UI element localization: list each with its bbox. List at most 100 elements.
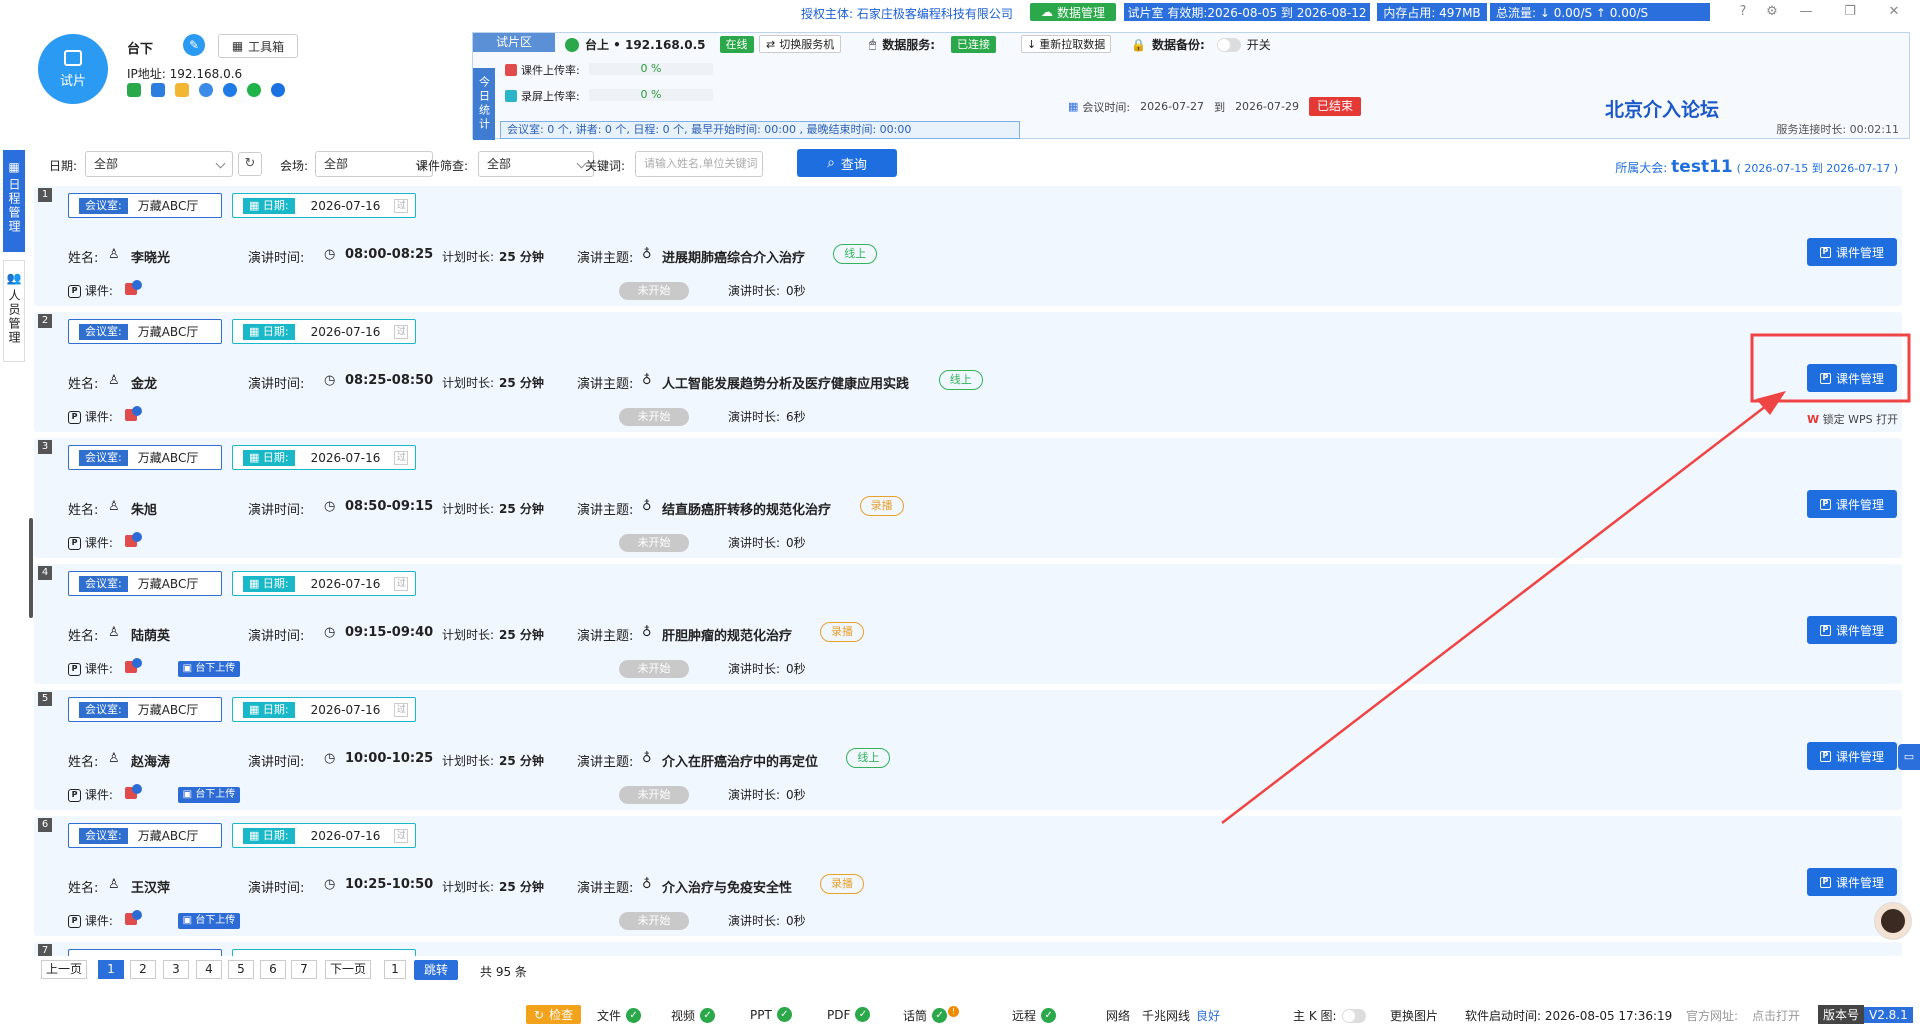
ppt-icon: P — [1819, 246, 1831, 258]
page-button[interactable]: 7 — [291, 960, 317, 979]
edit-icon[interactable]: ✎ — [183, 34, 205, 56]
jump-button[interactable]: 跳转 — [414, 960, 458, 980]
minimize-icon[interactable]: — — [1798, 4, 1814, 20]
ppt-icon: P — [68, 915, 81, 928]
row-index: 3 — [38, 440, 52, 454]
ppt-icon: P — [68, 411, 81, 424]
room-tag: 会议室: 万藏ABC厅 — [68, 571, 222, 596]
course-filter-select[interactable]: 全部 — [478, 151, 594, 177]
network-icon[interactable] — [199, 83, 213, 97]
status-remote: 远程 ✓ — [1012, 1007, 1057, 1024]
page-button[interactable]: 2 — [130, 960, 156, 979]
wechat-icon[interactable] — [247, 83, 261, 97]
screen-icon[interactable] — [151, 83, 165, 97]
tab-people[interactable]: 👥 人员管理 — [3, 260, 25, 362]
date-select[interactable]: 全部 — [85, 151, 233, 177]
refresh-icon[interactable]: ↻ — [238, 152, 262, 176]
wps-open-option[interactable]: W 锁定 WPS 打开 — [1807, 411, 1898, 427]
help-icon[interactable]: ? — [1735, 4, 1751, 20]
ppt-icon: P — [1819, 750, 1831, 762]
main-k-toggle[interactable]: 主 K 图: — [1293, 1007, 1366, 1024]
courseware-file-icon[interactable] — [125, 658, 143, 674]
scroll-indicator[interactable] — [29, 518, 33, 618]
row-index: 6 — [38, 818, 52, 832]
gear-icon[interactable]: ⚙ — [1764, 4, 1780, 20]
globe-icon[interactable] — [223, 83, 237, 97]
bulb-icon: ♁ — [642, 751, 652, 766]
change-picture-button[interactable]: 更换图片 — [1390, 1007, 1438, 1024]
page-button[interactable]: 1 — [98, 960, 124, 979]
page-input[interactable]: 1 — [384, 960, 406, 979]
float-chat-icon[interactable]: ▭ — [1898, 744, 1920, 770]
data-management-button[interactable]: ☁ 数据管理 — [1030, 3, 1116, 21]
courseware-file-icon[interactable] — [125, 910, 143, 926]
check-button[interactable]: ↻ 检查 — [526, 1005, 582, 1024]
check-icon: ✓ — [626, 1008, 642, 1023]
assistant-avatar[interactable] — [1874, 902, 1912, 940]
courseware-file-icon[interactable] — [125, 406, 143, 422]
page-button[interactable]: 3 — [163, 960, 189, 979]
talk-duration: 6秒 — [786, 410, 806, 424]
cloud-icon: ☁ — [1040, 5, 1053, 19]
courseware-manage-button[interactable]: P 课件管理 — [1807, 616, 1897, 644]
next-page-button[interactable]: 下一页 — [325, 960, 371, 979]
license-text: 授权主体: 石家庄极客编程科技有限公司 — [801, 7, 1013, 21]
status-badge: 未开始 — [619, 408, 689, 426]
clock-icon: ◷ — [324, 877, 336, 892]
keyword-input[interactable]: 请输入姓名,单位关键词 — [635, 151, 763, 177]
plan-duration: 25 分钟 — [499, 376, 544, 390]
tab-schedule[interactable]: ▦ 日程管理 — [3, 150, 25, 252]
search-icon[interactable] — [271, 83, 285, 97]
user-icon: ♙ — [108, 499, 120, 514]
check-icon: ✓ — [1041, 1008, 1057, 1023]
close-icon[interactable]: ✕ — [1886, 4, 1902, 20]
course-label: P 课件: — [68, 786, 113, 803]
row-index: 4 — [38, 566, 52, 580]
ppt-icon — [505, 64, 517, 76]
toolbox-button[interactable]: ▦ 工具箱 — [218, 34, 298, 58]
ppt-icon: P — [68, 537, 81, 550]
bulb-icon: ♁ — [642, 373, 652, 388]
prev-page-button[interactable]: 上一页 — [41, 960, 87, 979]
courseware-file-icon[interactable] — [125, 532, 143, 548]
talk-duration: 0秒 — [786, 536, 806, 550]
backup-toggle[interactable]: 🔒 数据备份: 开关 — [1131, 36, 1271, 53]
session-row: 4 会议室: 万藏ABC厅 ▦ 日期: 2026-07-16 过姓名: ♙ 陆荫英 演讲时间: ◷… — [34, 564, 1902, 684]
clock-icon: ◷ — [324, 625, 336, 640]
restore-icon[interactable]: ❐ — [1842, 4, 1858, 20]
course-upload-progress: 0 % — [589, 63, 713, 75]
website-link[interactable]: 官方网址: 点击打开 — [1686, 1007, 1800, 1024]
grid-icon: ▦ — [231, 39, 244, 53]
query-button[interactable]: ⌕ 查询 — [797, 149, 897, 177]
course-label: P 课件: — [68, 912, 113, 929]
page-button[interactable]: 5 — [228, 960, 254, 979]
clock-icon: ◷ — [324, 751, 336, 766]
today-stats: 今日统计 — [473, 68, 495, 140]
folder-icon[interactable] — [175, 83, 189, 97]
page-button[interactable]: 4 — [196, 960, 222, 979]
courseware-manage-button[interactable]: P 课件管理 — [1807, 238, 1897, 266]
row-index: 7 — [38, 944, 52, 956]
overdue-badge: 过 — [394, 324, 409, 339]
courseware-manage-button[interactable]: P 课件管理 — [1807, 490, 1897, 518]
speaker-icon[interactable] — [127, 83, 141, 97]
refetch-data-button[interactable]: ↓ 重新拉取数据 — [1021, 35, 1112, 53]
ppt-icon: P — [1819, 372, 1831, 384]
backup-switch[interactable] — [1216, 37, 1241, 52]
courseware-file-icon[interactable] — [125, 280, 143, 296]
courseware-manage-button[interactable]: P 课件管理 — [1807, 364, 1897, 392]
courseware-manage-button[interactable]: P 课件管理 — [1807, 742, 1897, 770]
main-k-switch[interactable] — [1341, 1008, 1366, 1023]
room-tag: 会议室: 万藏ABC厅 — [68, 823, 222, 848]
room-validity: 试片室 有效期:2026-08-05 到 2026-08-12 — [1124, 3, 1370, 21]
course-label: P 课件: — [68, 534, 113, 551]
plan-duration: 25 分钟 — [499, 880, 544, 894]
user-icon: ♙ — [108, 877, 120, 892]
page-button[interactable]: 6 — [260, 960, 286, 979]
record-upload-rate: 录屏上传率: — [505, 88, 580, 104]
courseware-file-icon[interactable] — [125, 784, 143, 800]
room-tag: 会议室: 万藏ABC厅 — [68, 445, 222, 470]
switch-server-button[interactable]: ⇄ 切换服务机 — [759, 35, 842, 53]
courseware-manage-button[interactable]: P 课件管理 — [1807, 868, 1897, 896]
room-tag: 会议室: 万藏ABC厅 — [68, 319, 222, 344]
